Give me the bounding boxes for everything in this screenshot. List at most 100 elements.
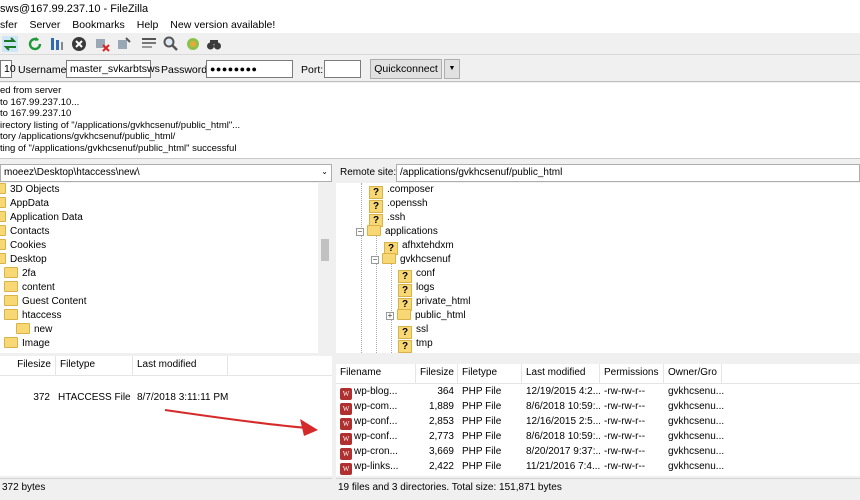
filter-icon[interactable] [141, 36, 157, 52]
list-item[interactable]: Wwp-conf... 2,853 PHP File 12/16/2015 2:… [336, 414, 860, 430]
tree-item[interactable]: Contacts [0, 225, 49, 239]
list-item[interactable]: Wwp-com... 1,889 PHP File 8/6/2018 10:59… [336, 399, 860, 415]
column-last-modified[interactable]: Last modified [522, 364, 600, 384]
quickconnect-bar: 10 Username: master_svkarbtsws Password:… [0, 56, 860, 82]
tree-item[interactable]: ? conf [398, 267, 435, 283]
folder-icon [0, 183, 6, 194]
process-queue-icon[interactable] [49, 36, 65, 52]
collapse-icon[interactable]: − [356, 228, 364, 236]
column-filename[interactable]: Filename [336, 364, 416, 384]
message-log: ed from server to 167.99.237.10... to 16… [0, 83, 860, 159]
local-tree-scrollbar[interactable] [318, 183, 332, 353]
tree-item[interactable]: Guest Content [4, 295, 86, 309]
folder-icon [4, 295, 18, 306]
tree-item[interactable]: AppData [0, 197, 49, 211]
folder-icon [0, 197, 6, 208]
menu-bookmarks[interactable]: Bookmarks [72, 18, 125, 33]
refresh-icon[interactable] [27, 36, 43, 52]
tree-item[interactable]: ? afhxtehdxm [384, 239, 454, 255]
collapse-icon[interactable]: − [371, 256, 379, 264]
list-item[interactable]: 372 HTACCESS File 8/7/2018 3:11:11 PM [0, 390, 332, 405]
tree-item[interactable]: ? .openssh [369, 197, 428, 213]
remote-path-input[interactable]: /applications/gvkhcsenuf/public_html [396, 164, 860, 182]
tree-item[interactable]: Application Data [0, 211, 83, 225]
list-item[interactable]: Wwp-conf... 2,773 PHP File 8/6/2018 10:5… [336, 429, 860, 445]
tree-item[interactable]: ? .ssh [369, 211, 405, 227]
menu-help[interactable]: Help [137, 18, 159, 33]
folder-icon [4, 309, 18, 320]
tree-line [376, 233, 377, 353]
menu-transfer[interactable]: sfer [0, 18, 18, 33]
folder-icon [4, 337, 18, 348]
tree-item[interactable]: 3D Objects [0, 183, 59, 197]
folder-icon [0, 225, 6, 236]
host-input[interactable]: 10 [0, 60, 16, 78]
remote-status: 19 files and 3 directories. Total size: … [336, 478, 860, 496]
menu-server[interactable]: Server [29, 18, 60, 33]
port-label: Port: [301, 64, 324, 76]
scroll-thumb[interactable] [321, 239, 329, 261]
local-list-header: Filesize Filetype Last modified [0, 356, 332, 376]
port-input[interactable] [324, 60, 361, 78]
tree-item[interactable]: ? ssl [398, 323, 428, 339]
tree-line [361, 183, 362, 353]
folder-icon [16, 323, 30, 334]
remote-file-list: Wwp-blog... 364 PHP File 12/19/2015 4:2.… [336, 384, 860, 476]
log-line: irectory listing of "/applications/gvkhc… [0, 119, 241, 131]
folder-icon [397, 309, 411, 320]
tree-item[interactable]: ? .composer [369, 183, 434, 199]
tree-item[interactable]: htaccess [4, 309, 61, 323]
reconnect-icon[interactable] [116, 36, 132, 52]
disconnect-icon[interactable] [94, 36, 110, 52]
column-filesize[interactable]: Filesize [0, 356, 56, 376]
column-filetype[interactable]: Filetype [56, 356, 133, 376]
cancel-icon[interactable] [71, 36, 87, 52]
tree-item-selected[interactable]: + public_html [386, 309, 466, 323]
log-line: to 167.99.237.10... [0, 96, 80, 108]
menu-bar: sfer Server Bookmarks Help New version a… [0, 18, 860, 33]
php-file-icon: W [340, 463, 352, 475]
folder-icon [0, 253, 6, 264]
quickconnect-button[interactable]: Quickconnect [370, 59, 442, 79]
quickconnect-dropdown[interactable]: ▼ [444, 59, 460, 79]
tree-item[interactable]: Desktop [0, 253, 47, 267]
column-filesize[interactable]: Filesize [416, 364, 458, 384]
compare-icon[interactable] [163, 36, 179, 52]
expand-icon[interactable]: + [386, 312, 394, 320]
log-line: tory /applications/gvkhcsenuf/public_htm… [0, 131, 176, 142]
tree-item[interactable]: ? tmp [398, 337, 433, 353]
folder-icon [0, 211, 6, 222]
search-icon[interactable] [206, 36, 222, 52]
remote-path-bar: Remote site: /applications/gvkhcsenuf/pu… [336, 163, 860, 183]
log-line: ting of "/applications/gvkhcsenuf/public… [0, 142, 237, 154]
tree-item[interactable]: new [16, 323, 52, 337]
local-status: 372 bytes [0, 478, 332, 496]
window-title: sws@167.99.237.10 - FileZilla [0, 0, 860, 18]
folder-icon [4, 281, 18, 292]
tree-item[interactable]: Cookies [0, 239, 46, 253]
folder-icon [382, 253, 396, 264]
transfer-icon[interactable] [2, 36, 18, 52]
tree-item[interactable]: ? logs [398, 281, 434, 297]
column-filetype[interactable]: Filetype [458, 364, 522, 384]
tree-item[interactable]: − gvkhcsenuf [371, 253, 451, 267]
list-item[interactable]: Wwp-links... 2,422 PHP File 11/21/2016 7… [336, 459, 860, 475]
list-item[interactable]: Wwp-blog... 364 PHP File 12/19/2015 4:2.… [336, 384, 860, 400]
local-tree: 3D Objects AppData Application Data Cont… [0, 183, 318, 353]
sync-icon[interactable] [185, 36, 201, 52]
tree-item[interactable]: − applications [356, 225, 438, 239]
menu-new-version[interactable]: New version available! [170, 18, 275, 33]
tree-item[interactable]: content [4, 281, 55, 295]
password-input[interactable]: ●●●●●●●● [206, 60, 293, 78]
tree-item[interactable]: ? private_html [398, 295, 470, 311]
local-path-input[interactable]: moeez\Desktop\htaccess\new\ [0, 164, 332, 182]
folder-icon [0, 239, 6, 250]
username-input[interactable]: master_svkarbtsws [66, 60, 160, 78]
column-permissions[interactable]: Permissions [600, 364, 664, 384]
tree-item[interactable]: Image [4, 337, 50, 351]
chevron-down-icon[interactable]: ⌄ [321, 167, 328, 176]
column-last-modified[interactable]: Last modified [133, 356, 228, 376]
column-owner-group[interactable]: Owner/Gro [664, 364, 722, 384]
list-item[interactable]: Wwp-cron... 3,669 PHP File 8/20/2017 9:3… [336, 444, 860, 460]
tree-item[interactable]: 2fa [4, 267, 36, 281]
